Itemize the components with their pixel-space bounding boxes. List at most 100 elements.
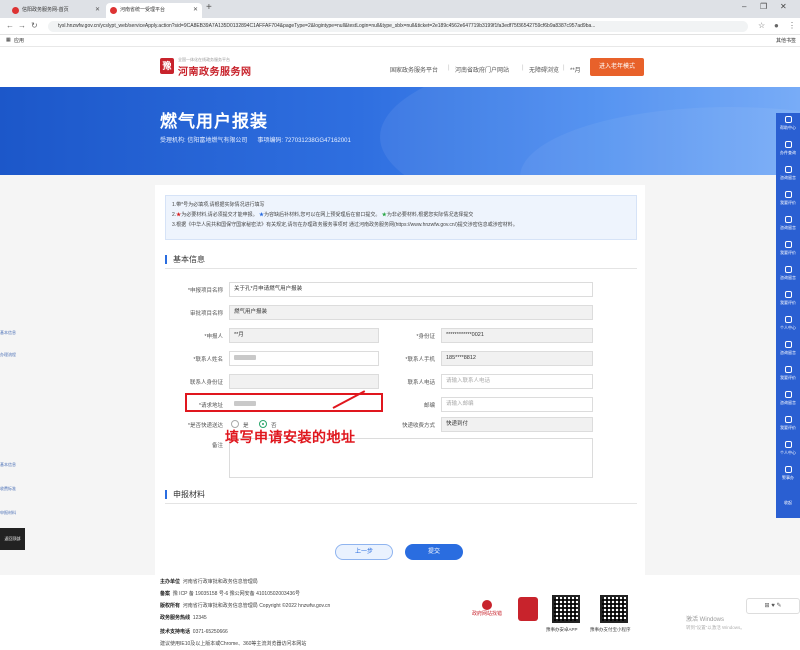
apply-item-label: *申报项目名称 [187,288,223,294]
express-label: *是否快递送达 [187,423,223,429]
sidebar-item-consult[interactable]: 咨询留言 [776,338,800,363]
consult-icon [784,391,792,398]
user-icon [784,441,792,448]
site-header: 豫 全国一体化在线政务服务平台 河南政务服务网 国家政务服务平台 | 河南省政府… [0,47,800,87]
sidebar-item-rate[interactable]: 我要评价 [776,188,800,213]
nav-user-name[interactable]: **月 [570,65,581,74]
nav-national-platform[interactable]: 国家政务服务平台 [390,65,438,74]
browser-tab-label: 信阳政务服务网-首页 [22,7,69,13]
rate-icon [784,291,792,298]
footer-icp: 备案 豫 ICP 备 19035158 号-6 豫公网安备 4101050200… [160,591,301,597]
rate-icon [784,191,792,198]
close-tab-icon[interactable]: ✕ [193,3,198,18]
floating-toolbar[interactable]: ⊞ ♥ ✎ [746,598,800,614]
email-input[interactable]: 请输入邮编 [441,397,593,412]
masked-value [234,355,256,361]
sidebar-item-consult[interactable]: 咨询留言 [776,263,800,288]
elder-mode-button[interactable]: 进入老年模式 [590,58,644,76]
footer-browser-tip: 建议使用IE10及以上版本或Chrome、360等主流浏览器访问本网站 [160,641,307,647]
close-window-button[interactable]: ✕ [780,2,787,11]
contact-tel-label: 联系人电话 [407,380,435,386]
query-icon [784,141,792,148]
page-banner: 燃气用户报装 受理机构: 信阳富地燃气有限公司 事项编码: 727031238G… [0,87,800,175]
windows-activation-hint: 转到"设置"以激活 Windows。 [686,625,745,630]
nav-accessibility[interactable]: 无障碍浏览 [529,65,559,74]
notice-line-1: 1.带*号为必填项,请根据实际情况进行填写 [172,202,265,208]
menu-icon[interactable]: ⋮ [788,21,796,30]
sidebar-item-consult[interactable]: 咨询留言 [776,388,800,413]
code-label: 事项编码: [257,138,284,144]
nav-provincial-portal[interactable]: 河南省政府门户网站 [455,65,509,74]
browser-tab-active[interactable]: 河南省统一受理平台 ✕ [106,3,202,18]
footer-hotline: 政务服务热线 12345 [160,615,207,621]
sidebar-item-query[interactable]: 办件查询 [776,138,800,163]
left-item-basic-info[interactable]: 基本信息 [0,330,16,336]
qr-alipay-label: 豫事办支付宝小程序 [590,627,631,632]
browser-tab[interactable]: 信阳政务服务网-首页 ✕ [8,3,104,18]
contact-tel-input[interactable]: 请输入联系人电话 [441,374,593,389]
sidebar-item-help[interactable]: 帮助中心 [776,113,800,138]
sidebar-item-rate[interactable]: 我要评价 [776,238,800,263]
close-tab-icon[interactable]: ✕ [95,3,100,18]
minimize-button[interactable]: – [742,2,746,11]
approve-item-input: 燃气用户报装 [229,305,593,320]
back-icon[interactable]: ← [6,21,14,30]
sidebar-item-consult[interactable]: 咨询留言 [776,213,800,238]
sidebar-item-police[interactable]: 警事办 [776,463,800,488]
email-label: 邮编 [423,403,435,409]
bookmark-other[interactable]: 其他书签 [776,37,796,44]
apply-item-input[interactable]: 关于孔*月申请燃气用户报装 [229,282,593,297]
bookmark-apps[interactable]: 应用 [14,37,24,44]
profile-icon[interactable]: ● [774,21,779,30]
annotation-text: 填写申请安装的地址 [225,429,356,445]
left-item-fees[interactable]: 收费标准 [0,486,16,492]
notice-box: 1.带*号为必填项,请根据实际情况进行填写 2.★为必要材料,请必须提交才能申报… [165,195,637,240]
footer-host: 主办单位 河南省行政审批和政务信息管理局 [160,579,258,585]
sidebar-item-rate[interactable]: 我要评价 [776,363,800,388]
sidebar-item-rate[interactable]: 我要评价 [776,413,800,438]
site-logo-icon[interactable]: 豫 [160,58,174,74]
consult-icon [784,266,792,273]
gov-site-error-badge[interactable]: 政府网站找错 [466,600,508,620]
site-footer: 主办单位 河南省行政审批和政务信息管理局 备案 豫 ICP 备 19035158… [0,575,800,650]
footer-copyright: 版权所有 河南省行政审批和政务信息管理局 Copyright ©2022 hnz… [160,603,331,609]
express-method-input: 快递到付 [441,417,593,432]
browser-tab-label: 河南省统一受理平台 [120,7,166,13]
section-materials: 申报材料 [165,490,205,499]
left-item-materials[interactable]: 申报材料 [0,510,16,516]
sidebar-item-user-center[interactable]: 个人中心 [776,438,800,463]
consult-icon [784,216,792,223]
rate-icon [784,416,792,423]
reload-icon[interactable]: ↻ [31,21,38,30]
help-icon [784,116,792,123]
new-tab-button[interactable]: + [206,2,212,13]
submit-button[interactable]: 提交 [405,544,463,560]
qr-code-android-icon [552,595,580,623]
police-seal-icon[interactable] [518,597,538,621]
left-item-basic-info-2[interactable]: 基本信息 [0,462,16,468]
contact-name-input[interactable] [229,351,379,366]
contact-phone-input: 185****8812 [441,351,593,366]
sidebar-collapse[interactable]: 收起 [776,491,800,516]
url-field[interactable]: tysl.hnzwfw.gov.cn/ycslypt_web/serviceAp… [48,21,748,32]
site-logo-title[interactable]: 河南政务服务网 [178,63,252,78]
section-basic-info: 基本信息 [165,255,205,264]
remark-label: 备注 [211,443,223,449]
sidebar-item-consult[interactable]: 咨询留言 [776,163,800,188]
apps-icon[interactable]: ▦ [6,37,11,43]
consult-icon [784,166,792,173]
restore-button[interactable]: ❐ [760,2,767,11]
sidebar-item-user-center[interactable]: 个人中心 [776,313,800,338]
prev-step-button[interactable]: 上一步 [335,544,393,560]
contact-id-label: 联系人身份证 [189,380,223,386]
contact-phone-label: *联系人手机 [405,357,435,363]
left-item-process[interactable]: 办理流程 [0,352,16,358]
police-icon [784,466,792,473]
approve-item-label: 审批项目名称 [189,311,223,317]
forward-icon[interactable]: → [18,21,26,30]
back-to-top-button[interactable]: 返回顶部 [0,528,25,550]
qr-android-label: 豫事办安卓APP [546,627,578,632]
screen: 信阳政务服务网-首页 ✕ 河南省统一受理平台 ✕ + – ❐ ✕ ← → ↻ t… [0,0,800,650]
sidebar-item-rate[interactable]: 我要评价 [776,288,800,313]
star-icon[interactable]: ☆ [758,21,765,30]
